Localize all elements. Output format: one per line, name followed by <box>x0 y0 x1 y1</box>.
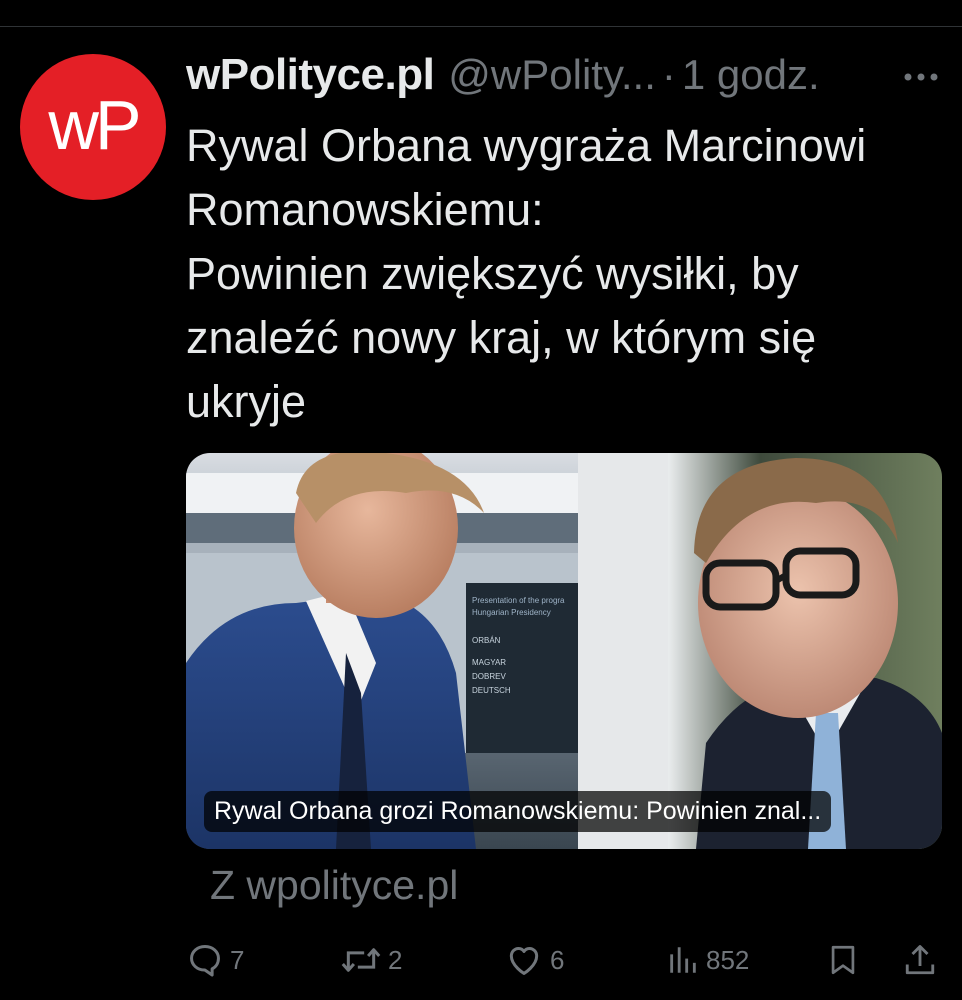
reply-bubble-icon <box>186 941 224 979</box>
repost-button[interactable]: 2 <box>340 935 402 985</box>
user-handle[interactable]: @wPolity... <box>448 51 656 99</box>
avatar[interactable]: wP <box>20 54 166 200</box>
like-count: 6 <box>550 944 565 975</box>
more-dots-icon <box>903 72 939 82</box>
screen-line: DEUTSCH <box>472 686 511 695</box>
source-domain-link[interactable]: Z wpolityce.pl <box>210 862 458 909</box>
heart-icon <box>504 941 544 979</box>
bookmark-icon <box>826 941 860 979</box>
avatar-logo-text: wP <box>48 86 141 164</box>
link-card-image[interactable]: Presentation of the progra Hungarian Pre… <box>186 453 942 849</box>
views-button[interactable]: 852 <box>666 935 749 985</box>
more-options-button[interactable] <box>898 62 944 92</box>
screen-line: DOBREV <box>472 672 506 681</box>
screen-line: ORBÁN <box>472 636 501 645</box>
bar-chart-icon <box>666 943 700 977</box>
share-upload-icon <box>902 941 938 979</box>
screen-line: Presentation of the progra <box>472 596 565 605</box>
view-count: 852 <box>706 944 750 975</box>
display-name[interactable]: wPolityce.pl <box>186 50 435 100</box>
article-photo: Presentation of the progra Hungarian Pre… <box>186 453 942 849</box>
reply-button[interactable]: 7 <box>186 935 244 985</box>
top-divider <box>0 26 962 27</box>
link-card-title: Rywal Orbana grozi Romanowskiemu: Powini… <box>204 791 832 832</box>
action-bar: 7 2 6 852 <box>186 935 946 985</box>
separator-dot: · <box>661 51 676 98</box>
repost-count: 2 <box>388 944 403 975</box>
post-timestamp[interactable]: 1 godz. <box>682 51 820 99</box>
bookmark-button[interactable] <box>826 935 860 985</box>
share-button[interactable] <box>902 935 938 985</box>
post-header: wPolityce.pl @wPolity... · 1 godz. <box>186 50 906 110</box>
repost-arrows-icon <box>340 941 382 979</box>
like-button[interactable]: 6 <box>504 935 564 985</box>
screen-line: Hungarian Presidency <box>472 608 551 617</box>
screen-line: MAGYAR <box>472 658 506 667</box>
reply-count: 7 <box>230 944 245 975</box>
post-text: Rywal Orbana wygraża Marcinowi Romanowsk… <box>186 120 867 427</box>
